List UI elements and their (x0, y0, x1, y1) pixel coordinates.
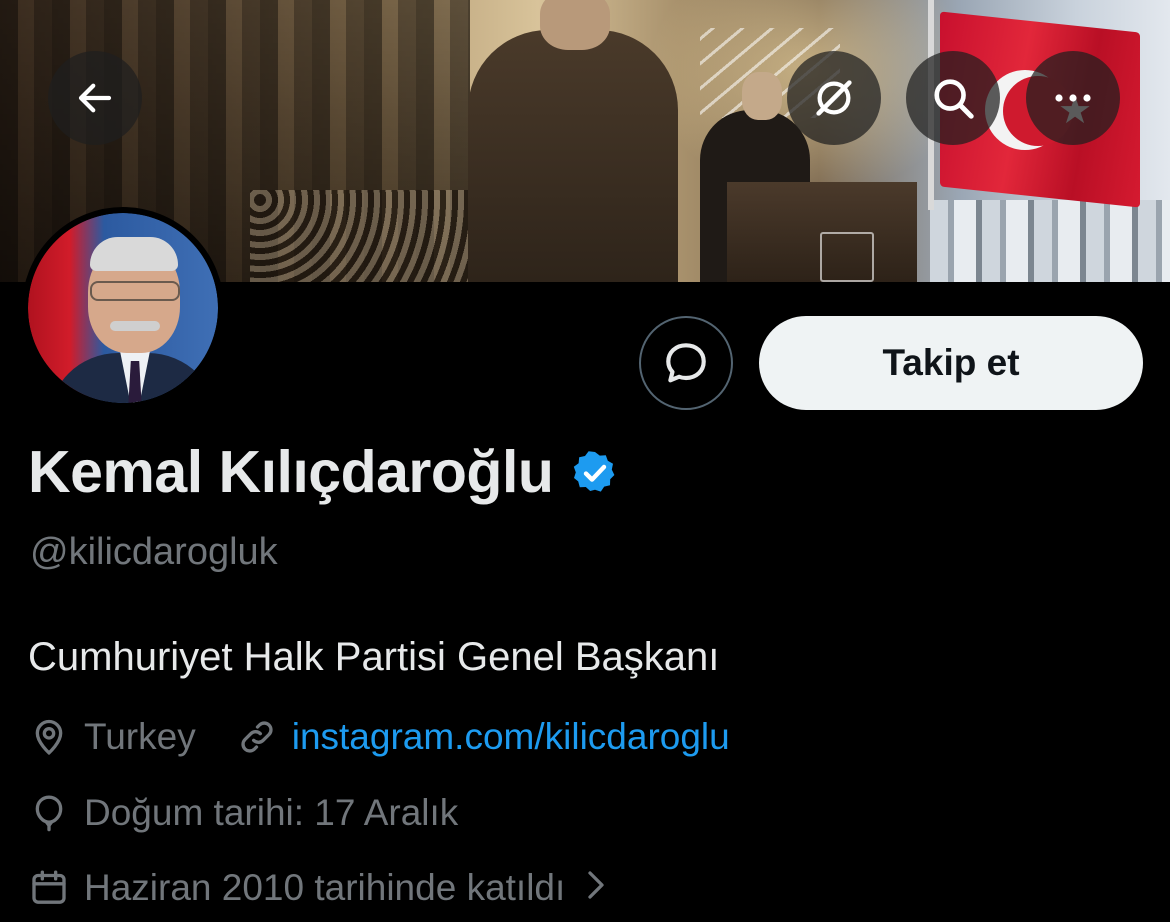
message-button[interactable] (639, 316, 733, 410)
display-name: Kemal Kılıçdaroğlu (28, 439, 554, 505)
banner-figure-head (540, 0, 610, 50)
arrow-left-icon (78, 83, 112, 113)
more-options-button[interactable] (1026, 51, 1120, 145)
banner-city (930, 200, 1170, 282)
chevron-right-icon (585, 866, 607, 910)
joined-row[interactable]: Haziran 2010 tarihinde katıldı (28, 866, 607, 910)
name-row: Kemal Kılıçdaroğlu (28, 443, 619, 502)
banner-speaker-head (742, 72, 782, 120)
calendar-icon (28, 867, 70, 909)
banner-crowd-photo-bottom (250, 190, 480, 282)
location-link-row: Turkey instagram.com/kilicdaroglu (28, 715, 730, 759)
message-bubble-icon (666, 343, 706, 383)
search-icon (934, 79, 974, 119)
more-dots-icon (1055, 94, 1091, 102)
avatar-photo (28, 213, 218, 403)
banner-podium-logo (820, 232, 874, 282)
verified-badge-icon[interactable] (571, 449, 619, 497)
website-link[interactable]: instagram.com/kilicdaroglu (292, 715, 730, 759)
avatar-mustache (110, 321, 160, 331)
back-button[interactable] (48, 51, 142, 145)
grok-icon (816, 80, 852, 116)
avatar[interactable] (22, 207, 224, 409)
avatar-hair (90, 237, 178, 271)
user-handle: @kilicdarogluk (30, 531, 278, 573)
birthday-row: Doğum tarihi: 17 Aralık (28, 791, 458, 835)
link-icon (236, 716, 278, 758)
banner-figure-coat (468, 30, 678, 282)
joined-text: Haziran 2010 tarihinde katıldı (84, 867, 566, 908)
birthday-text: Doğum tarihi: 17 Aralık (84, 792, 459, 833)
avatar-glasses (90, 281, 180, 301)
location-text: Turkey (84, 716, 196, 757)
grok-button[interactable] (787, 51, 881, 145)
follow-button[interactable]: Takip et (759, 316, 1143, 410)
search-button[interactable] (906, 51, 1000, 145)
bio: Cumhuriyet Halk Partisi Genel Başkanı (28, 635, 720, 679)
balloon-icon (28, 792, 70, 834)
map-pin-icon (28, 716, 70, 758)
